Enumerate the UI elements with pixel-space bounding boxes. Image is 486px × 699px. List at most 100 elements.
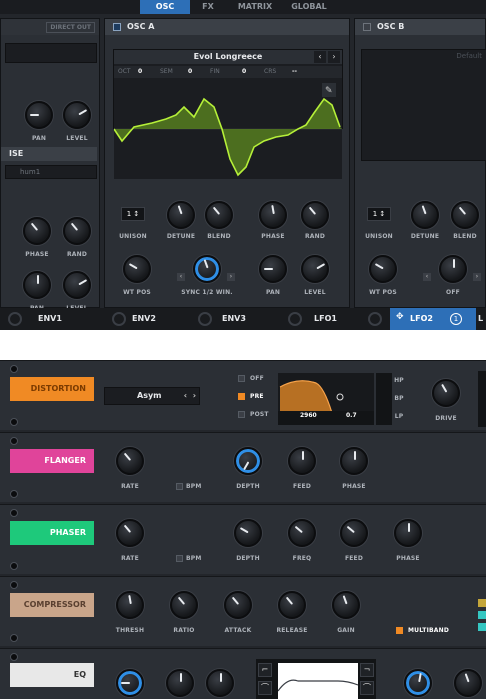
- eq-low-peak-icon[interactable]: ⌒: [258, 681, 272, 695]
- tab-fx[interactable]: FX: [192, 0, 224, 14]
- post-radio[interactable]: [238, 411, 245, 418]
- off-knob-b[interactable]: [439, 255, 467, 283]
- compressor-thresh-knob[interactable]: [116, 591, 144, 619]
- wt-pos-label-b: WT POS: [369, 289, 397, 296]
- compressor-release-label: RELEASE: [276, 627, 308, 634]
- unison-stepper[interactable]: 1 ↕: [121, 207, 145, 221]
- wavetable-name[interactable]: Evol Longreece: [114, 50, 342, 64]
- flanger-depth-knob[interactable]: [234, 447, 262, 475]
- tab-lfo2[interactable]: ✥ LFO2 1: [390, 308, 476, 330]
- filter-freq-value[interactable]: 2960: [300, 412, 317, 419]
- compressor-release-knob[interactable]: [278, 591, 306, 619]
- compressor-attack-knob[interactable]: [224, 591, 252, 619]
- noise-preset[interactable]: hum1: [5, 165, 97, 179]
- tab-lfo1[interactable]: LFO1: [314, 308, 354, 330]
- phaser-depth-knob[interactable]: [234, 519, 262, 547]
- multiband-checkbox[interactable]: [396, 627, 403, 634]
- phaser-bpm-checkbox[interactable]: [176, 555, 183, 562]
- phaser-label[interactable]: PHASER: [10, 521, 94, 545]
- osc-a-enable-checkbox[interactable]: [113, 23, 121, 31]
- sem-value[interactable]: 0: [188, 66, 192, 78]
- level-knob[interactable]: [63, 101, 91, 129]
- detune-knob[interactable]: [167, 201, 195, 229]
- flanger-label[interactable]: FLANGER: [10, 449, 94, 473]
- tab-global[interactable]: GLOBAL: [284, 0, 334, 14]
- distortion-power-icon[interactable]: [10, 365, 18, 373]
- eq-high-freq-knob[interactable]: [404, 669, 432, 697]
- compressor-drag-icon[interactable]: [10, 634, 18, 642]
- sync-knob[interactable]: [193, 255, 221, 283]
- phaser-freq-label: FREQ: [292, 555, 312, 562]
- sync-prev-icon[interactable]: ‹: [177, 273, 185, 281]
- flanger-drag-icon[interactable]: [10, 490, 18, 498]
- distortion-mode-select[interactable]: Asym ‹ ›: [104, 387, 200, 405]
- eq-high-peak-icon[interactable]: ⌒: [360, 681, 374, 695]
- flanger-feed-knob[interactable]: [288, 447, 316, 475]
- osc-b-enable-checkbox[interactable]: [363, 23, 371, 31]
- phaser-freq-knob[interactable]: [288, 519, 316, 547]
- eq-high-q-knob[interactable]: [454, 669, 482, 697]
- phaser-drag-icon[interactable]: [10, 562, 18, 570]
- flanger-bpm-checkbox[interactable]: [176, 483, 183, 490]
- crs-value[interactable]: --: [292, 66, 297, 78]
- compressor-power-icon[interactable]: [10, 581, 18, 589]
- flanger-phase-knob[interactable]: [340, 447, 368, 475]
- phaser-phase-knob[interactable]: [394, 519, 422, 547]
- wavetable-prev-icon[interactable]: ‹: [314, 51, 326, 63]
- fin-value[interactable]: 0: [242, 66, 246, 78]
- tab-env3[interactable]: ENV3: [222, 308, 272, 330]
- pan2-knob[interactable]: [23, 271, 51, 299]
- wavetable-next-icon[interactable]: ›: [328, 51, 340, 63]
- rand-knob-a[interactable]: [301, 201, 329, 229]
- phaser-power-icon[interactable]: [10, 509, 18, 517]
- wt-pos-knob[interactable]: [123, 255, 151, 283]
- pre-radio[interactable]: [238, 393, 245, 400]
- eq-low-gain-knob[interactable]: [206, 669, 234, 697]
- tab-lfo-fragment[interactable]: L: [478, 308, 486, 330]
- tab-matrix[interactable]: MATRIX: [230, 0, 280, 14]
- distortion-label[interactable]: DISTORTION: [10, 377, 94, 401]
- blend-knob[interactable]: [205, 201, 233, 229]
- distortion-drag-icon[interactable]: [10, 418, 18, 426]
- detune-knob-b[interactable]: [411, 201, 439, 229]
- level-knob-a[interactable]: [301, 255, 329, 283]
- eq-label[interactable]: EQ: [10, 663, 94, 687]
- eq-power-icon[interactable]: [10, 653, 18, 661]
- compressor-label[interactable]: COMPRESSOR: [10, 593, 94, 617]
- eq-low-freq-knob[interactable]: [116, 669, 144, 697]
- drive-knob[interactable]: [432, 379, 460, 407]
- wt-pos-knob-b[interactable]: [369, 255, 397, 283]
- rand-knob[interactable]: [63, 217, 91, 245]
- lp-option[interactable]: LP: [392, 413, 406, 420]
- phase-knob-a[interactable]: [259, 201, 287, 229]
- filter-q-value[interactable]: 0.7: [346, 412, 357, 419]
- oct-value[interactable]: 0: [138, 66, 142, 78]
- phaser-rate-knob[interactable]: [116, 519, 144, 547]
- blend-knob-b[interactable]: [451, 201, 479, 229]
- compressor-ratio-knob[interactable]: [170, 591, 198, 619]
- sync-next-icon-b[interactable]: ›: [473, 273, 481, 281]
- eq-low-q-knob[interactable]: [166, 669, 194, 697]
- compressor-gain-knob[interactable]: [332, 591, 360, 619]
- tab-osc[interactable]: OSC: [140, 0, 190, 14]
- hp-option[interactable]: HP: [392, 377, 406, 384]
- sync-next-icon[interactable]: ›: [227, 273, 235, 281]
- off-radio[interactable]: [238, 375, 245, 382]
- osc-b-preset[interactable]: Default: [456, 52, 482, 60]
- direct-out-button[interactable]: DIRECT OUT: [46, 22, 95, 33]
- sync-prev-icon-b[interactable]: ‹: [423, 273, 431, 281]
- lfo1-dot-icon: [288, 312, 302, 326]
- unison-stepper-b[interactable]: 1 ↕: [367, 207, 391, 221]
- level2-knob[interactable]: [63, 271, 91, 299]
- phase-knob[interactable]: [23, 217, 51, 245]
- pan-knob-a[interactable]: [259, 255, 287, 283]
- flanger-rate-knob[interactable]: [116, 447, 144, 475]
- phaser-feed-knob[interactable]: [340, 519, 368, 547]
- eq-high-shelf-icon[interactable]: ¬: [360, 663, 374, 677]
- bp-option[interactable]: BP: [392, 395, 406, 402]
- pan-knob[interactable]: [25, 101, 53, 129]
- tab-env1[interactable]: ENV1: [38, 308, 88, 330]
- flanger-power-icon[interactable]: [10, 437, 18, 445]
- eq-low-shelf-icon[interactable]: ⌐: [258, 663, 272, 677]
- tab-env2[interactable]: ENV2: [132, 308, 182, 330]
